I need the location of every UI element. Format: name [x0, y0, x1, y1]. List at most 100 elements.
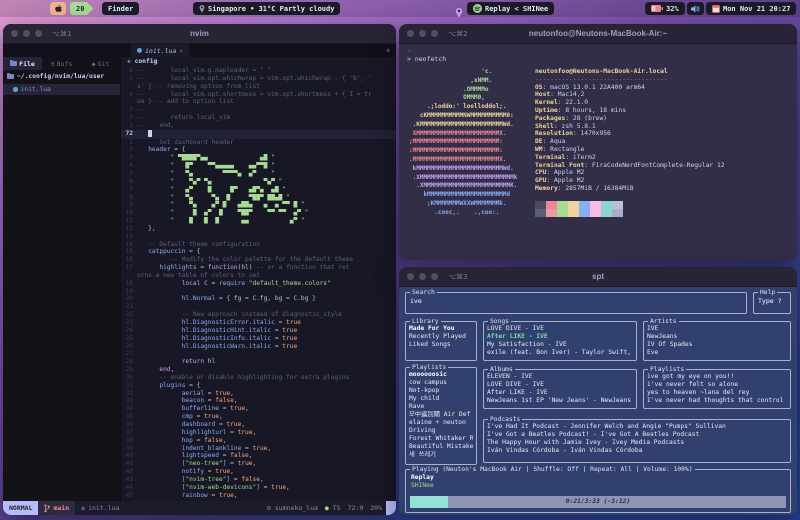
editor-line: 23 hl.DiagnosticError.italic = true: [121, 319, 396, 327]
list-item[interactable]: 모中露別關 Air Def: [409, 411, 473, 419]
albums-box: AlbumsELEVEN - IVELOVE DIVE - IVEAfter L…: [483, 369, 637, 409]
now-playing-widget[interactable]: Replay < SHINee: [467, 2, 554, 15]
list-item[interactable]: ive got my eye on you!!: [647, 373, 787, 381]
list-item[interactable]: LOVE DIVE - IVE: [487, 381, 633, 389]
lua-file-icon: [13, 87, 18, 92]
playing-artist: SHINee: [406, 482, 790, 490]
editor-line: 3 " ▀████▀▄▄ ▄█ ": [121, 154, 396, 162]
list-item[interactable]: elaine + neuton: [409, 419, 473, 427]
scroll-percent: 20%: [370, 504, 382, 512]
winbar-symbol: config: [135, 58, 158, 65]
list-item[interactable]: Not-kpop: [409, 387, 473, 395]
git-branch-segment[interactable]: main: [38, 501, 75, 515]
list-item[interactable]: 새 쓰레기: [409, 451, 473, 459]
sidebar-tab-file[interactable]: File: [3, 57, 42, 70]
editor-lines[interactable]: 8-- local_vim.g.mapleader = " "5-- local…: [121, 67, 396, 499]
list-item[interactable]: Liked Songs: [409, 341, 473, 349]
color-swatch: [612, 209, 623, 217]
lsp-status: ⚙ sumneko_lua: [267, 504, 318, 512]
progress-bar[interactable]: 0:21/3:33 (-3:12): [410, 496, 786, 508]
list-item[interactable]: I've Had It Podcast - Jennifer Welch and…: [487, 423, 787, 431]
editor-line: 18 local C = require "default_theme.colo…: [121, 280, 396, 288]
list-item[interactable]: exile (feat. Bon Iver) - Taylor Swift,: [487, 349, 633, 357]
terminal-body[interactable]: ~ > neofetch 'c. ,xNMM. .OMMMMo OMMM0, .…: [399, 44, 797, 260]
list-item[interactable]: Driving: [409, 427, 473, 435]
list-item[interactable]: yes to heaven ~lana del rey: [647, 389, 787, 397]
neofetch-info-line: Host: Mac14,2: [535, 91, 725, 99]
list-item[interactable]: I've never had thoughts that control me: [647, 397, 787, 405]
battery-widget[interactable]: 32%: [645, 2, 685, 15]
editor-line: ue } -- add to option list: [121, 98, 396, 106]
search-box[interactable]: Search ive: [405, 292, 747, 314]
list-item[interactable]: Beautiful Mistakes: [409, 443, 473, 451]
list-item[interactable]: Eve: [647, 349, 787, 357]
editor-line: urns a new table of colors to set: [121, 272, 396, 280]
tab-init-lua[interactable]: init.lua ×: [131, 44, 189, 57]
editor-line: 4-- local_vim.opt.shortmess = vim.opt.sh…: [121, 91, 396, 99]
help-box[interactable]: Help Type ?: [753, 292, 791, 314]
spt-body: Search ive Help Type ? LibraryMade For Y…: [399, 287, 797, 515]
artists-box: ArtistsIVENewJeansIV Of SpadesEve: [643, 321, 791, 361]
sidebar-file-label: init.lua: [21, 86, 51, 93]
editor-line: 12 },: [121, 225, 396, 233]
list-item[interactable]: Made For You: [409, 325, 473, 333]
list-item[interactable]: Forest Whitaker Ra: [409, 435, 473, 443]
treesitter-status: ● TS: [325, 504, 341, 512]
help-box-label: Help: [758, 289, 777, 296]
editor-line: 43 ["nvim-tree"] = false,: [121, 476, 396, 484]
weather-widget[interactable]: Singapore • 31°C Partly cloudy: [193, 2, 340, 15]
list-item[interactable]: The Happy Hour with Jamie Ivey - Ivey Me…: [487, 439, 787, 447]
list-item[interactable]: IVE: [647, 325, 787, 333]
search-input[interactable]: ive: [406, 293, 746, 309]
spotify-tui-window: ⌥⌘3 spt Search ive Help Type ? LibraryMa…: [399, 267, 797, 515]
tabline-button-icon[interactable]: ●: [386, 47, 390, 54]
neofetch-info: neutonfoo@Neutons-MacBook-Air.local-----…: [535, 68, 725, 193]
neofetch-info-line: GPU: Apple M2: [535, 177, 725, 185]
list-item[interactable]: moooooosic: [409, 371, 473, 379]
window-title: nvim: [3, 29, 396, 38]
folder-icon: [10, 61, 17, 66]
buffers-icon: ≡: [51, 60, 55, 68]
location-pin-icon[interactable]: [455, 3, 463, 22]
prompt-symbol: >: [407, 55, 411, 63]
color-swatch: [557, 209, 568, 217]
space-badge[interactable]: 20: [70, 2, 93, 15]
editor-line: 39 indent_blankline = true,: [121, 445, 396, 453]
neofetch-info-line: Kernel: 22.1.0: [535, 99, 725, 107]
sidebar-tab-git[interactable]: ◆Git: [81, 57, 120, 70]
calendar-icon: [712, 5, 720, 13]
editor-pane[interactable]: ◈ config 8-- local_vim.g.mapleader = " "…: [121, 57, 396, 501]
editor-line: 8 " ▀▄ ▀▄ █ ▀██▀ ██▄█ ": [121, 194, 396, 202]
apple-menu[interactable]: [50, 2, 66, 15]
list-item[interactable]: NewJeans: [647, 333, 787, 341]
neofetch-info-line: CPU: Apple M2: [535, 169, 725, 177]
nvim-window: ⌥⌘1 nvim init.lua × ● File ≡Bufs ◆Git ~/…: [3, 24, 396, 515]
list-item[interactable]: cow campus: [409, 379, 473, 387]
list-item[interactable]: IV Of Spades: [647, 341, 787, 349]
list-item[interactable]: I've Got a Beatles Podcast! - I've Got A…: [487, 431, 787, 439]
list-item[interactable]: After LIKE - IVE: [487, 333, 633, 341]
volume-widget[interactable]: [687, 2, 704, 15]
tab-close-icon[interactable]: ×: [179, 47, 183, 55]
active-app[interactable]: Finder: [102, 2, 139, 15]
list-item[interactable]: ELEVEN - IVE: [487, 373, 633, 381]
sidebar-tab-bufs[interactable]: ≡Bufs: [42, 57, 81, 70]
clock-widget[interactable]: Mon Nov 21 20:27: [706, 2, 796, 15]
list-item[interactable]: NewJeans 1st EP 'New Jeans' - NewJeans: [487, 397, 633, 405]
neofetch-info-line: DE: Aqua: [535, 138, 725, 146]
sidebar-root-folder[interactable]: ~/.config/nvim/lua/user: [3, 70, 120, 83]
list-item[interactable]: After LIKE - IVE: [487, 389, 633, 397]
sidebar-item-init-lua[interactable]: init.lua: [3, 84, 120, 95]
list-item[interactable]: Recently Played: [409, 333, 473, 341]
battery-label: 32%: [666, 5, 679, 13]
list-item[interactable]: My child: [409, 395, 473, 403]
list-item[interactable]: i've never felt so alone: [647, 381, 787, 389]
list-item[interactable]: Rave: [409, 403, 473, 411]
list-item[interactable]: LOVE DIVE - IVE: [487, 325, 633, 333]
editor-line: 40 lightspeed = false,: [121, 452, 396, 460]
folder-icon: [7, 74, 14, 79]
list-item[interactable]: My Satisfaction - IVE: [487, 341, 633, 349]
list-item[interactable]: Iván Vindas Córdoba - Iván Vindas Córdob…: [487, 447, 787, 455]
editor-line: 37 highlighturl = true,: [121, 429, 396, 437]
editor-line: 11 " █ █ █ ▄▄ ▄▀ ": [121, 217, 396, 225]
